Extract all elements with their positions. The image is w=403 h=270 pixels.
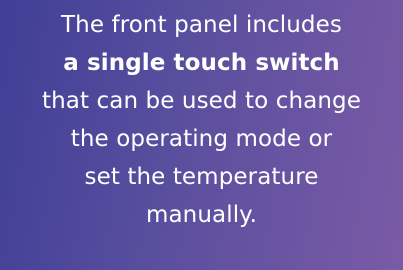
description-line-5: set the temperature	[84, 164, 319, 190]
description-line-2-highlight: a single touch switch	[63, 50, 340, 76]
description-line-6: manually.	[145, 202, 258, 228]
description-panel: The front panel includes a single touch …	[0, 0, 403, 270]
description-line-4: the operating mode or	[70, 126, 333, 152]
description-line-1: The front panel includes	[61, 12, 342, 38]
description-line-3: that can be used to change	[42, 88, 361, 114]
